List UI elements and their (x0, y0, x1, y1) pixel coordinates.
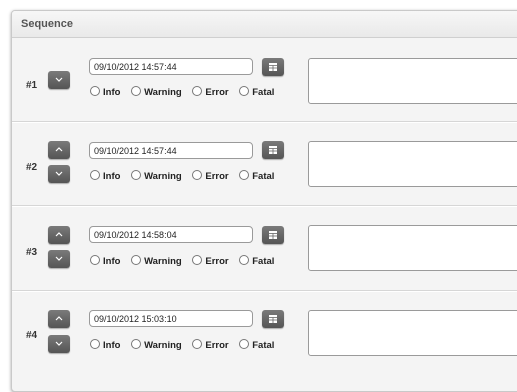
row-number: #4 (26, 330, 38, 341)
radio-error[interactable]: Error (192, 86, 229, 98)
radio-error[interactable]: Error (192, 339, 229, 351)
radio-button[interactable] (90, 86, 100, 96)
radio-label: Warning (144, 87, 182, 98)
move-up-button[interactable] (48, 141, 70, 159)
radio-label: Error (205, 256, 229, 267)
chevron-down-icon (55, 77, 63, 82)
radio-label: Fatal (252, 171, 275, 182)
radio-button[interactable] (131, 339, 142, 349)
radio-error[interactable]: Error (192, 170, 229, 182)
date-input[interactable]: 09/10/2012 14:58:04 (89, 226, 253, 243)
sequence-panel: Sequence #1 09/10/2012 14:57:44 Info War… (11, 10, 517, 392)
sequence-row: #1 09/10/2012 14:57:44 Info Warning Erro… (12, 38, 517, 118)
radio-button[interactable] (90, 339, 100, 349)
radio-warning[interactable]: Warning (131, 339, 182, 351)
row-number: #3 (26, 247, 38, 258)
calendar-icon (269, 146, 277, 154)
row-number: #2 (26, 162, 38, 173)
radio-label: Error (205, 87, 229, 98)
chevron-down-icon (55, 256, 63, 261)
radio-fatal[interactable]: Fatal (239, 339, 274, 351)
message-textarea[interactable] (308, 225, 517, 271)
radio-button[interactable] (239, 170, 250, 180)
chevron-up-icon (55, 316, 63, 321)
panel-title: Sequence (12, 11, 517, 38)
chevron-up-icon (55, 232, 63, 237)
move-down-button[interactable] (48, 250, 70, 268)
date-input[interactable]: 09/10/2012 15:03:10 (89, 310, 253, 327)
chevron-up-icon (55, 147, 63, 152)
move-down-button[interactable] (48, 165, 70, 183)
radio-info[interactable]: Info (90, 86, 120, 98)
message-textarea[interactable] (308, 310, 517, 356)
radio-warning[interactable]: Warning (131, 170, 182, 182)
radio-label: Error (205, 340, 229, 351)
calendar-icon (269, 315, 277, 323)
radio-label: Fatal (252, 87, 275, 98)
radio-button[interactable] (90, 170, 100, 180)
radio-button[interactable] (192, 170, 203, 180)
radio-button[interactable] (90, 255, 100, 265)
radio-warning[interactable]: Warning (131, 86, 182, 98)
radio-button[interactable] (239, 339, 250, 349)
move-up-button[interactable] (48, 310, 70, 328)
radio-label: Error (205, 171, 229, 182)
level-radio-group: Info Warning Error Fatal (90, 170, 282, 182)
radio-fatal[interactable]: Fatal (239, 86, 274, 98)
radio-label: Warning (144, 256, 182, 267)
chevron-down-icon (55, 341, 63, 346)
calendar-icon (269, 63, 277, 71)
radio-button[interactable] (131, 255, 142, 265)
radio-button[interactable] (131, 86, 142, 96)
radio-label: Info (103, 87, 121, 98)
sequence-row: #2 09/10/2012 14:57:44 Info Warning Erro… (12, 122, 517, 202)
radio-label: Info (103, 256, 121, 267)
radio-label: Info (103, 340, 121, 351)
move-down-button[interactable] (48, 335, 70, 353)
radio-fatal[interactable]: Fatal (239, 170, 274, 182)
calendar-button[interactable] (262, 58, 284, 76)
radio-button[interactable] (239, 255, 250, 265)
radio-button[interactable] (239, 86, 250, 96)
calendar-button[interactable] (262, 141, 284, 159)
move-up-button[interactable] (48, 226, 70, 244)
radio-label: Fatal (252, 256, 275, 267)
radio-info[interactable]: Info (90, 170, 120, 182)
radio-button[interactable] (192, 86, 203, 96)
radio-error[interactable]: Error (192, 255, 229, 267)
level-radio-group: Info Warning Error Fatal (90, 255, 282, 267)
calendar-icon (269, 231, 277, 239)
radio-info[interactable]: Info (90, 339, 120, 351)
move-down-button[interactable] (48, 71, 70, 89)
date-input[interactable]: 09/10/2012 14:57:44 (89, 58, 253, 75)
radio-button[interactable] (192, 339, 203, 349)
radio-button[interactable] (131, 170, 142, 180)
radio-label: Info (103, 171, 121, 182)
level-radio-group: Info Warning Error Fatal (90, 86, 282, 98)
chevron-down-icon (55, 171, 63, 176)
message-textarea[interactable] (308, 141, 517, 187)
calendar-button[interactable] (262, 226, 284, 244)
calendar-button[interactable] (262, 310, 284, 328)
row-number: #1 (26, 80, 38, 91)
date-input[interactable]: 09/10/2012 14:57:44 (89, 142, 253, 159)
message-textarea[interactable] (308, 58, 517, 104)
radio-label: Warning (144, 171, 182, 182)
radio-fatal[interactable]: Fatal (239, 255, 274, 267)
radio-label: Warning (144, 340, 182, 351)
sequence-row: #3 09/10/2012 14:58:04 Info Warning Erro… (12, 206, 517, 286)
sequence-row: #4 09/10/2012 15:03:10 Info Warning Erro… (12, 291, 517, 371)
radio-info[interactable]: Info (90, 255, 120, 267)
radio-label: Fatal (252, 340, 275, 351)
level-radio-group: Info Warning Error Fatal (90, 339, 282, 351)
radio-button[interactable] (192, 255, 203, 265)
radio-warning[interactable]: Warning (131, 255, 182, 267)
